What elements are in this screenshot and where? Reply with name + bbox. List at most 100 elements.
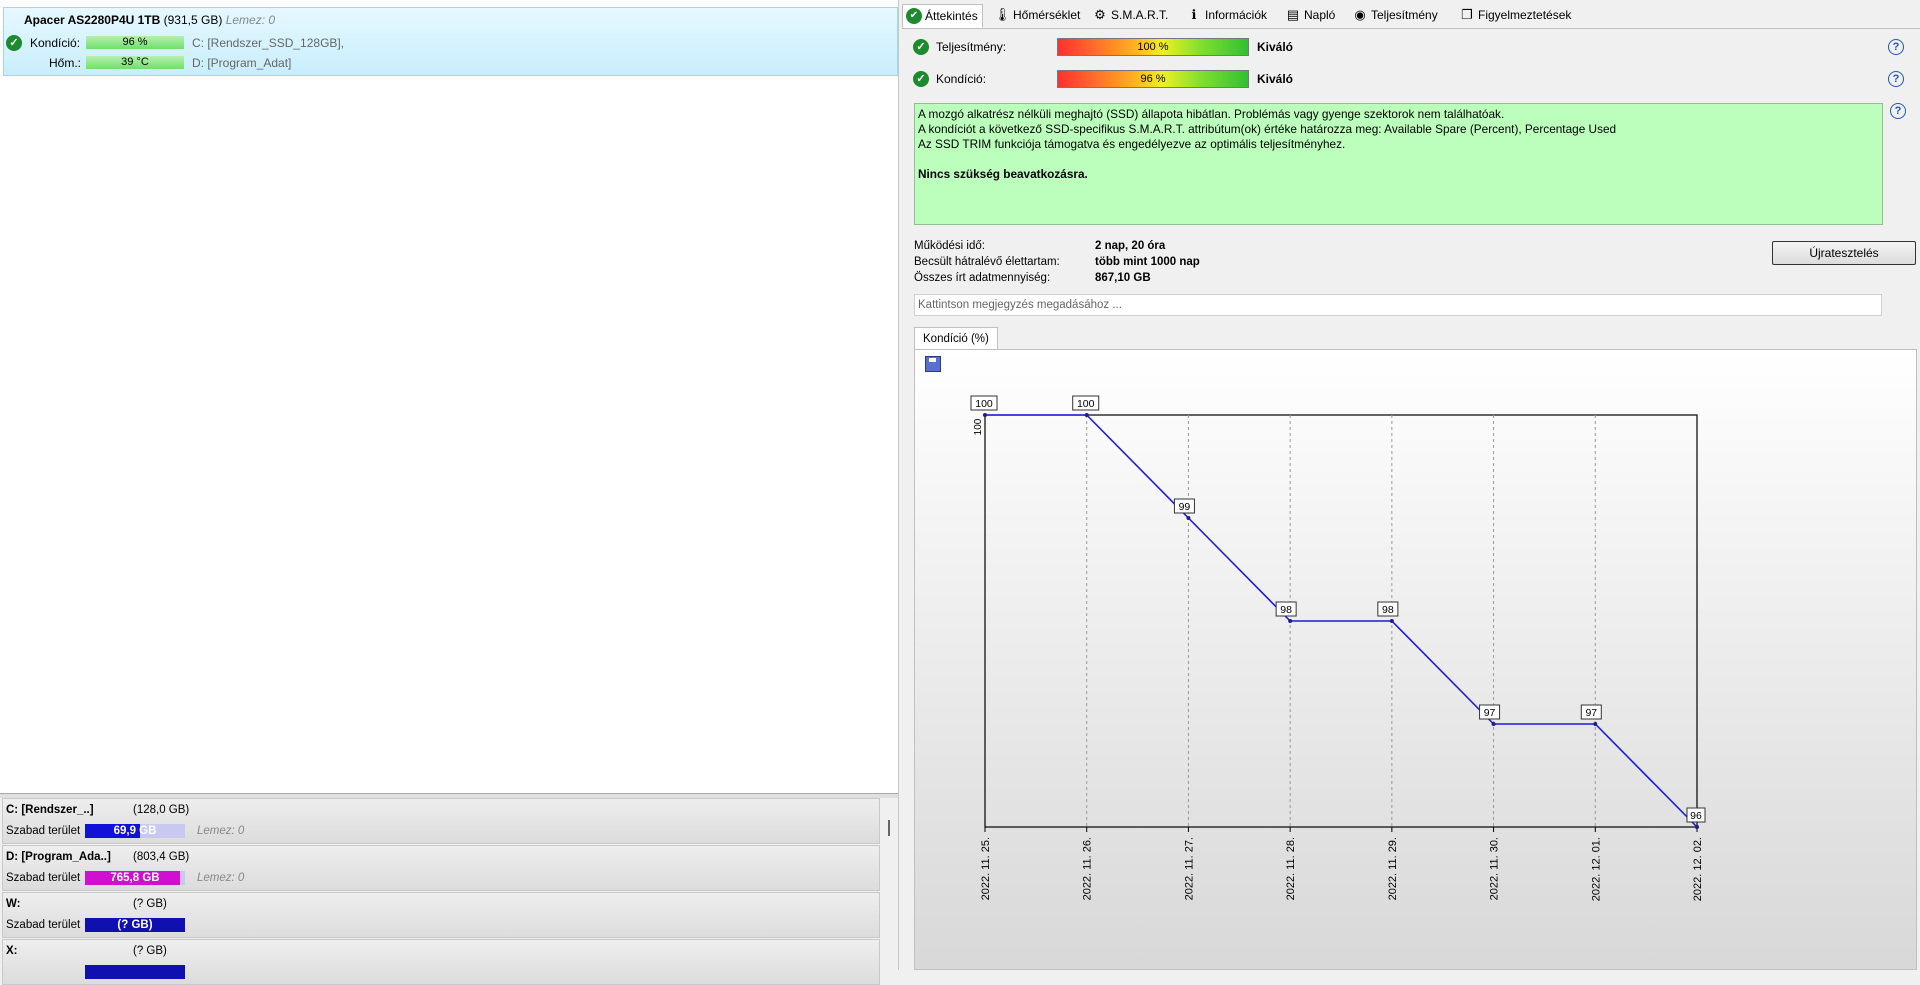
volume-entry[interactable]: X: (? GB) bbox=[2, 939, 880, 985]
details-panel: ✔ Áttekintés 🌡 Hőmérséklet ⚙ S.M.A.R.T. ℹ Infor… bbox=[902, 0, 1920, 970]
uptime-value: 2 nap, 20 óra bbox=[1095, 240, 1166, 252]
tab-7[interactable]: ❐ Figyelmeztetések bbox=[1456, 4, 1575, 26]
series-line bbox=[985, 414, 1698, 828]
volume-free-label: Szabad terület bbox=[6, 919, 81, 931]
disk-entry[interactable]: Apacer AS2280P4U 1TB (931,5 GB) Lemez: 0… bbox=[3, 7, 898, 76]
data-label: 98 bbox=[1382, 604, 1394, 616]
data-point bbox=[1186, 516, 1191, 520]
disk-lemez: Lemez: 0 bbox=[225, 13, 276, 27]
performance-bar: 100 % bbox=[1057, 38, 1249, 56]
volume-lemez: Lemez: 0 bbox=[197, 825, 245, 837]
uptime-label: Működési idő: bbox=[914, 240, 985, 252]
x-tick-label: 2022. 11. 25. bbox=[980, 837, 992, 900]
smart-icon: ⚙ bbox=[1094, 7, 1106, 22]
volume-lemez: Lemez: 0 bbox=[197, 872, 245, 884]
data-label: 100 bbox=[975, 398, 993, 410]
tab-5[interactable]: ▤ Napló bbox=[1282, 4, 1339, 26]
disk-partition-c: C: [Rendszer_SSD_128GB], bbox=[192, 36, 345, 50]
volume-name: C: [Rendszer_..] bbox=[6, 804, 94, 816]
status-message-box: A mozgó alkatrész nélküli meghajtó (SSD)… bbox=[914, 103, 1883, 225]
x-tick-label: 2022. 11. 27. bbox=[1183, 837, 1195, 900]
disk-health-label: Kondíció: bbox=[30, 36, 81, 50]
health-label: Kondíció: bbox=[936, 72, 987, 86]
disk-health-bar: 96 % bbox=[86, 36, 184, 49]
tab-1[interactable]: ✔ Áttekintés bbox=[902, 4, 983, 28]
disk-temp-label: Hőm.: bbox=[49, 56, 82, 70]
note-input[interactable]: Kattintson megjegyzés megadásához ... bbox=[914, 294, 1882, 316]
help-icon[interactable]: ? bbox=[1888, 71, 1904, 87]
tab-health-chart[interactable]: Kondíció (%) bbox=[914, 327, 998, 350]
x-tick-label: 2022. 12. 02. bbox=[1692, 837, 1704, 901]
written-label: Összes írt adatmennyiség: bbox=[914, 272, 1051, 284]
data-point bbox=[1288, 619, 1293, 623]
tab-label: Teljesítmény bbox=[1371, 8, 1438, 22]
check-circle-icon: ✔ bbox=[906, 8, 922, 24]
disk-title: Apacer AS2280P4U 1TB (931,5 GB) Lemez: 0 bbox=[24, 13, 275, 27]
volume-entry[interactable]: W: (? GB) Szabad terület (? GB) bbox=[2, 892, 880, 938]
volume-free-bar bbox=[85, 965, 185, 979]
tab-6[interactable]: ◉ Teljesítmény bbox=[1349, 4, 1442, 26]
data-point bbox=[983, 413, 987, 417]
performance-ok-icon: ✓ bbox=[913, 39, 929, 55]
status-line-1: A mozgó alkatrész nélküli meghajtó (SSD)… bbox=[918, 107, 1505, 121]
volume-name: D: [Program_Ada..] bbox=[6, 851, 111, 863]
tab-label: Napló bbox=[1304, 8, 1336, 22]
warnings-icon: ❐ bbox=[1461, 7, 1473, 22]
retest-button[interactable]: Újratesztelés bbox=[1772, 241, 1916, 265]
x-tick-label: 2022. 11. 28. bbox=[1285, 837, 1297, 900]
volume-list: C: [Rendszer_..] (128,0 GB) Szabad terül… bbox=[0, 798, 898, 985]
tab-2[interactable]: 🌡 Hőmérséklet bbox=[991, 4, 1084, 26]
data-point bbox=[1491, 722, 1496, 726]
volume-entry[interactable]: C: [Rendszer_..] (128,0 GB) Szabad terül… bbox=[2, 798, 880, 844]
health-rating: Kiváló bbox=[1257, 72, 1294, 86]
help-icon[interactable]: ? bbox=[1888, 39, 1904, 55]
lifetime-value: több mint 1000 nap bbox=[1095, 256, 1200, 268]
volume-size: (? GB) bbox=[133, 898, 167, 910]
tab-label: Figyelmeztetések bbox=[1478, 8, 1572, 22]
data-label: 97 bbox=[1484, 707, 1496, 719]
volume-entry[interactable]: D: [Program_Ada..] (803,4 GB) Szabad ter… bbox=[2, 845, 880, 891]
volume-size: (? GB) bbox=[133, 945, 167, 957]
x-tick-label: 2022. 11. 26. bbox=[1082, 837, 1094, 900]
thermometer-icon: 🌡 bbox=[994, 7, 1011, 22]
health-chart: 2022. 11. 25. 2022. 11. 26. 2022. 11. 27. 2… bbox=[970, 395, 1706, 901]
volume-scrollbar[interactable] bbox=[884, 800, 894, 970]
tab-4[interactable]: ℹ Információk bbox=[1183, 4, 1271, 26]
volume-free-bar: 69,9 GB bbox=[85, 824, 185, 838]
data-label: 98 bbox=[1280, 604, 1292, 616]
y-tick-label: 100 bbox=[973, 418, 984, 435]
lifetime-label: Becsült hátralévő élettartam: bbox=[914, 256, 1060, 268]
x-tick-label: 2022. 12. 01. bbox=[1590, 837, 1602, 901]
volume-free-bar: (? GB) bbox=[85, 918, 185, 932]
data-label: 99 bbox=[1179, 501, 1191, 513]
info-icon: ℹ bbox=[1191, 7, 1197, 22]
data-label: 96 bbox=[1690, 810, 1702, 822]
volume-name: X: bbox=[6, 945, 18, 957]
tab-bar: ✔ Áttekintés 🌡 Hőmérséklet ⚙ S.M.A.R.T. ℹ Infor… bbox=[902, 4, 1920, 29]
tab-label: Információk bbox=[1205, 8, 1268, 22]
disk-temp-bar: 39 °C bbox=[86, 56, 184, 69]
tab-label: Hőmérséklet bbox=[1013, 8, 1081, 22]
health-ok-icon: ✓ bbox=[913, 71, 929, 87]
data-point bbox=[1695, 825, 1699, 829]
status-line-3: Az SSD TRIM funkciója támogatva és enged… bbox=[918, 137, 1346, 151]
help-icon[interactable]: ? bbox=[1890, 103, 1906, 119]
scroll-thumb[interactable] bbox=[888, 820, 890, 836]
volume-size: (803,4 GB) bbox=[133, 851, 190, 863]
tab-label: Áttekintés bbox=[925, 9, 978, 23]
volume-free-label: Szabad terület bbox=[6, 825, 81, 837]
volume-name: W: bbox=[6, 898, 21, 910]
written-value: 867,10 GB bbox=[1095, 272, 1151, 284]
log-icon: ▤ bbox=[1286, 7, 1300, 22]
volume-size: (128,0 GB) bbox=[133, 804, 190, 816]
disk-size: (931,5 GB) bbox=[163, 13, 223, 27]
x-tick-label: 2022. 11. 30. bbox=[1489, 837, 1501, 900]
volume-free-label: Szabad terület bbox=[6, 872, 81, 884]
health-bar: 96 % bbox=[1057, 70, 1249, 88]
tab-label: S.M.A.R.T. bbox=[1111, 8, 1169, 22]
tab-3[interactable]: ⚙ S.M.A.R.T. bbox=[1089, 4, 1172, 26]
disk-partition-d: D: [Program_Adat] bbox=[192, 56, 292, 70]
performance-icon: ◉ bbox=[1354, 7, 1366, 22]
data-point bbox=[1389, 619, 1394, 623]
x-tick-label: 2022. 11. 29. bbox=[1387, 837, 1399, 900]
